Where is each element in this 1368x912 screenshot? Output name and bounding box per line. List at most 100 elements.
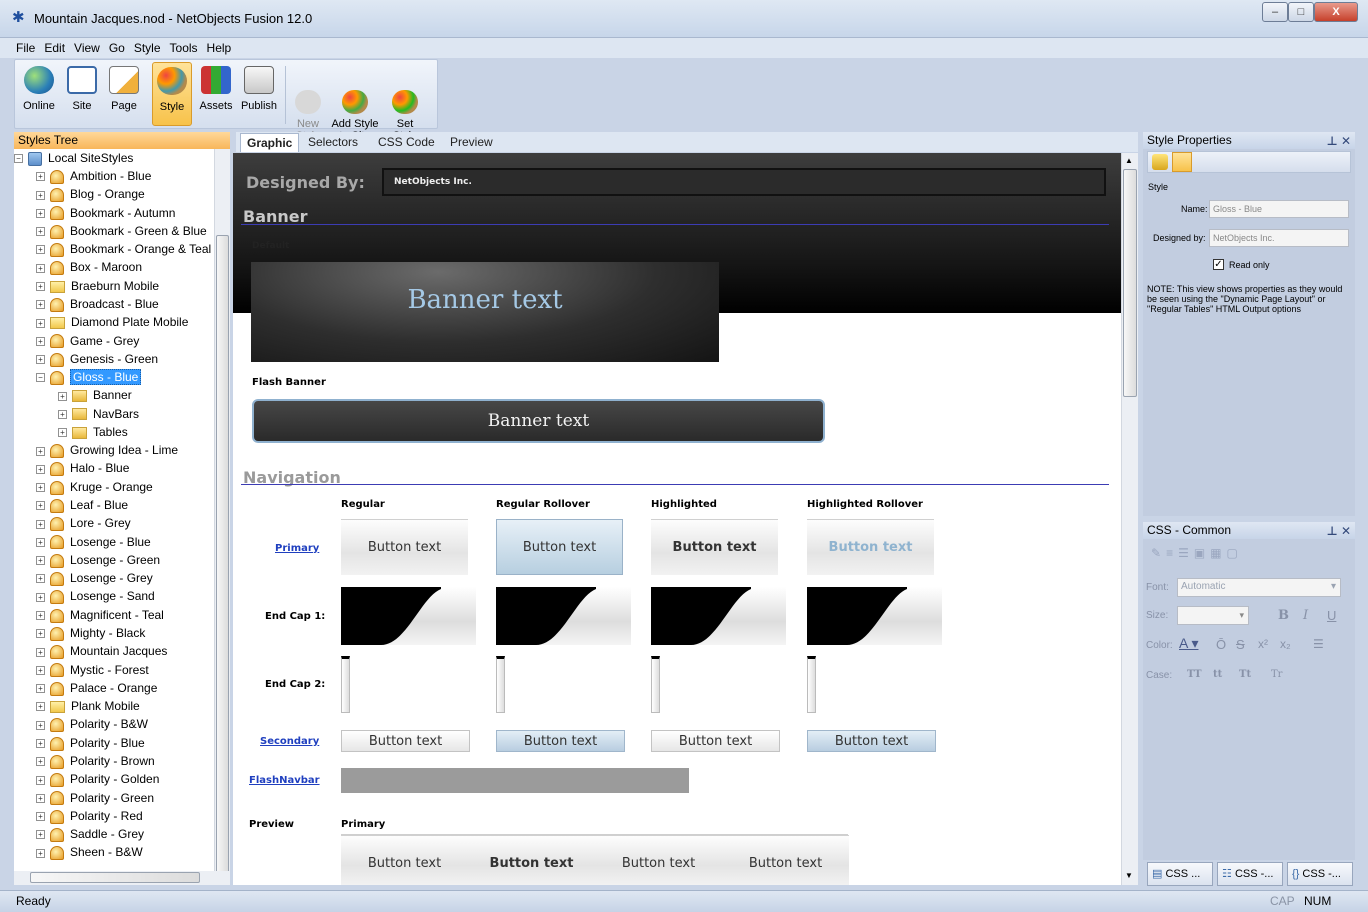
box-icon[interactable]: ▢ bbox=[1227, 546, 1243, 560]
tree-item[interactable]: + Sheen - B&W bbox=[36, 843, 143, 861]
tree-child-item[interactable]: + NavBars bbox=[58, 405, 139, 423]
publish-button[interactable]: Publish bbox=[239, 62, 279, 126]
primary-rollover-button[interactable]: Button text bbox=[496, 519, 623, 575]
expand-icon[interactable]: + bbox=[36, 665, 45, 675]
set-style-button[interactable]: Set Style bbox=[385, 62, 425, 142]
tree-item[interactable]: + Leaf - Blue bbox=[36, 496, 128, 514]
secondary-regular-button[interactable]: Button text bbox=[341, 730, 470, 752]
tree-item[interactable]: + Losenge - Grey bbox=[36, 569, 153, 587]
expand-icon[interactable]: + bbox=[36, 556, 45, 566]
expand-icon[interactable]: + bbox=[36, 355, 45, 365]
menu-tools[interactable]: Tools bbox=[170, 38, 198, 58]
expand-icon[interactable]: + bbox=[36, 629, 45, 639]
collapse-icon[interactable]: − bbox=[36, 373, 45, 383]
expand-icon[interactable]: + bbox=[36, 263, 45, 273]
tree-hscroll-thumb[interactable] bbox=[30, 872, 200, 883]
scroll-down-arrow-icon[interactable]: ▼ bbox=[1125, 871, 1133, 880]
tree-item[interactable]: + Diamond Plate Mobile bbox=[36, 313, 188, 331]
expand-icon[interactable]: + bbox=[36, 720, 45, 730]
tree-item[interactable]: + Polarity - Brown bbox=[36, 752, 155, 770]
tree-child-item[interactable]: + Banner bbox=[58, 386, 132, 404]
menu-file[interactable]: File bbox=[16, 38, 35, 58]
pen-icon[interactable]: ✎ bbox=[1151, 546, 1166, 560]
expand-icon[interactable]: + bbox=[36, 611, 45, 621]
expand-icon[interactable]: + bbox=[36, 190, 45, 200]
css-tab-2[interactable]: ☷ CSS -... bbox=[1217, 862, 1283, 886]
expand-icon[interactable]: + bbox=[36, 483, 45, 493]
maximize-button[interactable]: □ bbox=[1288, 2, 1314, 22]
primary-link[interactable]: Primary bbox=[275, 543, 319, 554]
tree-item[interactable]: + Polarity - Red bbox=[36, 807, 143, 825]
secondary-highlighted-button[interactable]: Button text bbox=[651, 730, 780, 752]
designed-by-field[interactable]: NetObjects Inc. bbox=[1209, 229, 1349, 247]
tree-item[interactable]: + Bookmark - Green & Blue bbox=[36, 222, 207, 240]
expand-icon[interactable]: + bbox=[36, 592, 45, 602]
expand-icon[interactable]: + bbox=[36, 172, 45, 182]
uppercase-button[interactable]: TT bbox=[1187, 669, 1202, 680]
tree-item[interactable]: + Ambition - Blue bbox=[36, 167, 151, 185]
tree-item[interactable]: + Mystic - Forest bbox=[36, 661, 149, 679]
tree-item[interactable]: + Polarity - Blue bbox=[36, 734, 145, 752]
tree-item[interactable]: + Polarity - B&W bbox=[36, 715, 148, 733]
expand-icon[interactable]: + bbox=[36, 812, 45, 822]
preview-button-1[interactable]: Button text bbox=[341, 835, 468, 885]
subscript-button[interactable]: x₂ bbox=[1280, 637, 1291, 651]
add-style-to-site-button[interactable]: Add Style to Site bbox=[329, 62, 381, 142]
menu-style[interactable]: Style bbox=[134, 38, 161, 58]
pin-close-icon[interactable]: ⊥ ✕ bbox=[1327, 523, 1351, 539]
tree-item[interactable]: + Box - Maroon bbox=[36, 258, 142, 276]
menu-edit[interactable]: Edit bbox=[44, 38, 65, 58]
list-icon[interactable]: ☰ bbox=[1178, 546, 1194, 560]
tree-item[interactable]: + Broadcast - Blue bbox=[36, 295, 159, 313]
capitalize-button[interactable]: Tt bbox=[1239, 669, 1251, 680]
tree-vertical-scrollbar[interactable] bbox=[214, 149, 230, 881]
strikethrough-button[interactable]: S bbox=[1236, 637, 1245, 652]
expand-icon[interactable]: + bbox=[36, 519, 45, 529]
secondary-highlighted-rollover-button[interactable]: Button text bbox=[807, 730, 936, 752]
style-palette-icon[interactable] bbox=[1172, 152, 1192, 172]
tree-item[interactable]: + Magnificent - Teal bbox=[36, 606, 164, 624]
tree-item[interactable]: + Halo - Blue bbox=[36, 459, 129, 477]
expand-icon[interactable]: + bbox=[36, 282, 45, 291]
expand-icon[interactable]: + bbox=[36, 464, 45, 474]
tree-item[interactable]: + Kruge - Orange bbox=[36, 478, 153, 496]
primary-highlighted-button[interactable]: Button text bbox=[651, 519, 778, 575]
menu-go[interactable]: Go bbox=[109, 38, 125, 58]
expand-icon[interactable]: + bbox=[36, 848, 45, 858]
online-button[interactable]: Online bbox=[19, 62, 59, 126]
secondary-link[interactable]: Secondary bbox=[260, 736, 319, 747]
css-tab-3[interactable]: {} CSS -... bbox=[1287, 862, 1353, 886]
tree-item[interactable]: + Polarity - Golden bbox=[36, 770, 159, 788]
expand-icon[interactable]: + bbox=[36, 501, 45, 511]
tree-item[interactable]: + Bookmark - Autumn bbox=[36, 204, 175, 222]
overline-button[interactable]: Ō bbox=[1216, 637, 1226, 652]
expand-icon[interactable]: + bbox=[36, 739, 45, 748]
style-button[interactable]: Style bbox=[152, 62, 192, 126]
tree-item[interactable]: + Losenge - Green bbox=[36, 551, 160, 569]
collapse-icon[interactable]: − bbox=[14, 154, 23, 164]
expand-icon[interactable]: + bbox=[36, 300, 45, 310]
expand-icon[interactable]: + bbox=[36, 757, 45, 767]
tab-graphic[interactable]: Graphic bbox=[240, 133, 300, 152]
tab-preview[interactable]: Preview bbox=[444, 133, 499, 152]
lowercase-button[interactable]: tt bbox=[1213, 669, 1222, 680]
pin-close-icon[interactable]: ⊥ ✕ bbox=[1327, 133, 1351, 149]
tree-item[interactable]: + Mighty - Black bbox=[36, 624, 145, 642]
close-button[interactable]: X bbox=[1314, 2, 1358, 22]
tree-item[interactable]: − Gloss - Blue bbox=[36, 368, 142, 386]
expand-icon[interactable]: + bbox=[36, 702, 45, 712]
expand-icon[interactable]: + bbox=[36, 227, 45, 237]
lock-icon[interactable] bbox=[1152, 154, 1168, 170]
image-icon[interactable]: ▣ bbox=[1194, 546, 1210, 560]
tree-item[interactable]: + Game - Grey bbox=[36, 332, 139, 350]
canvas-vertical-scrollbar[interactable]: ▲ ▼ bbox=[1121, 153, 1138, 885]
site-button[interactable]: Site bbox=[65, 62, 99, 126]
expand-icon[interactable]: + bbox=[36, 336, 45, 346]
expand-icon[interactable]: + bbox=[58, 409, 67, 419]
expand-icon[interactable]: + bbox=[36, 446, 45, 456]
tab-selectors[interactable]: Selectors bbox=[302, 133, 364, 152]
expand-icon[interactable]: + bbox=[36, 208, 45, 218]
tree-item[interactable]: + Genesis - Green bbox=[36, 350, 158, 368]
preview-button-4[interactable]: Button text bbox=[722, 835, 849, 885]
preview-button-2[interactable]: Button text bbox=[468, 835, 595, 885]
